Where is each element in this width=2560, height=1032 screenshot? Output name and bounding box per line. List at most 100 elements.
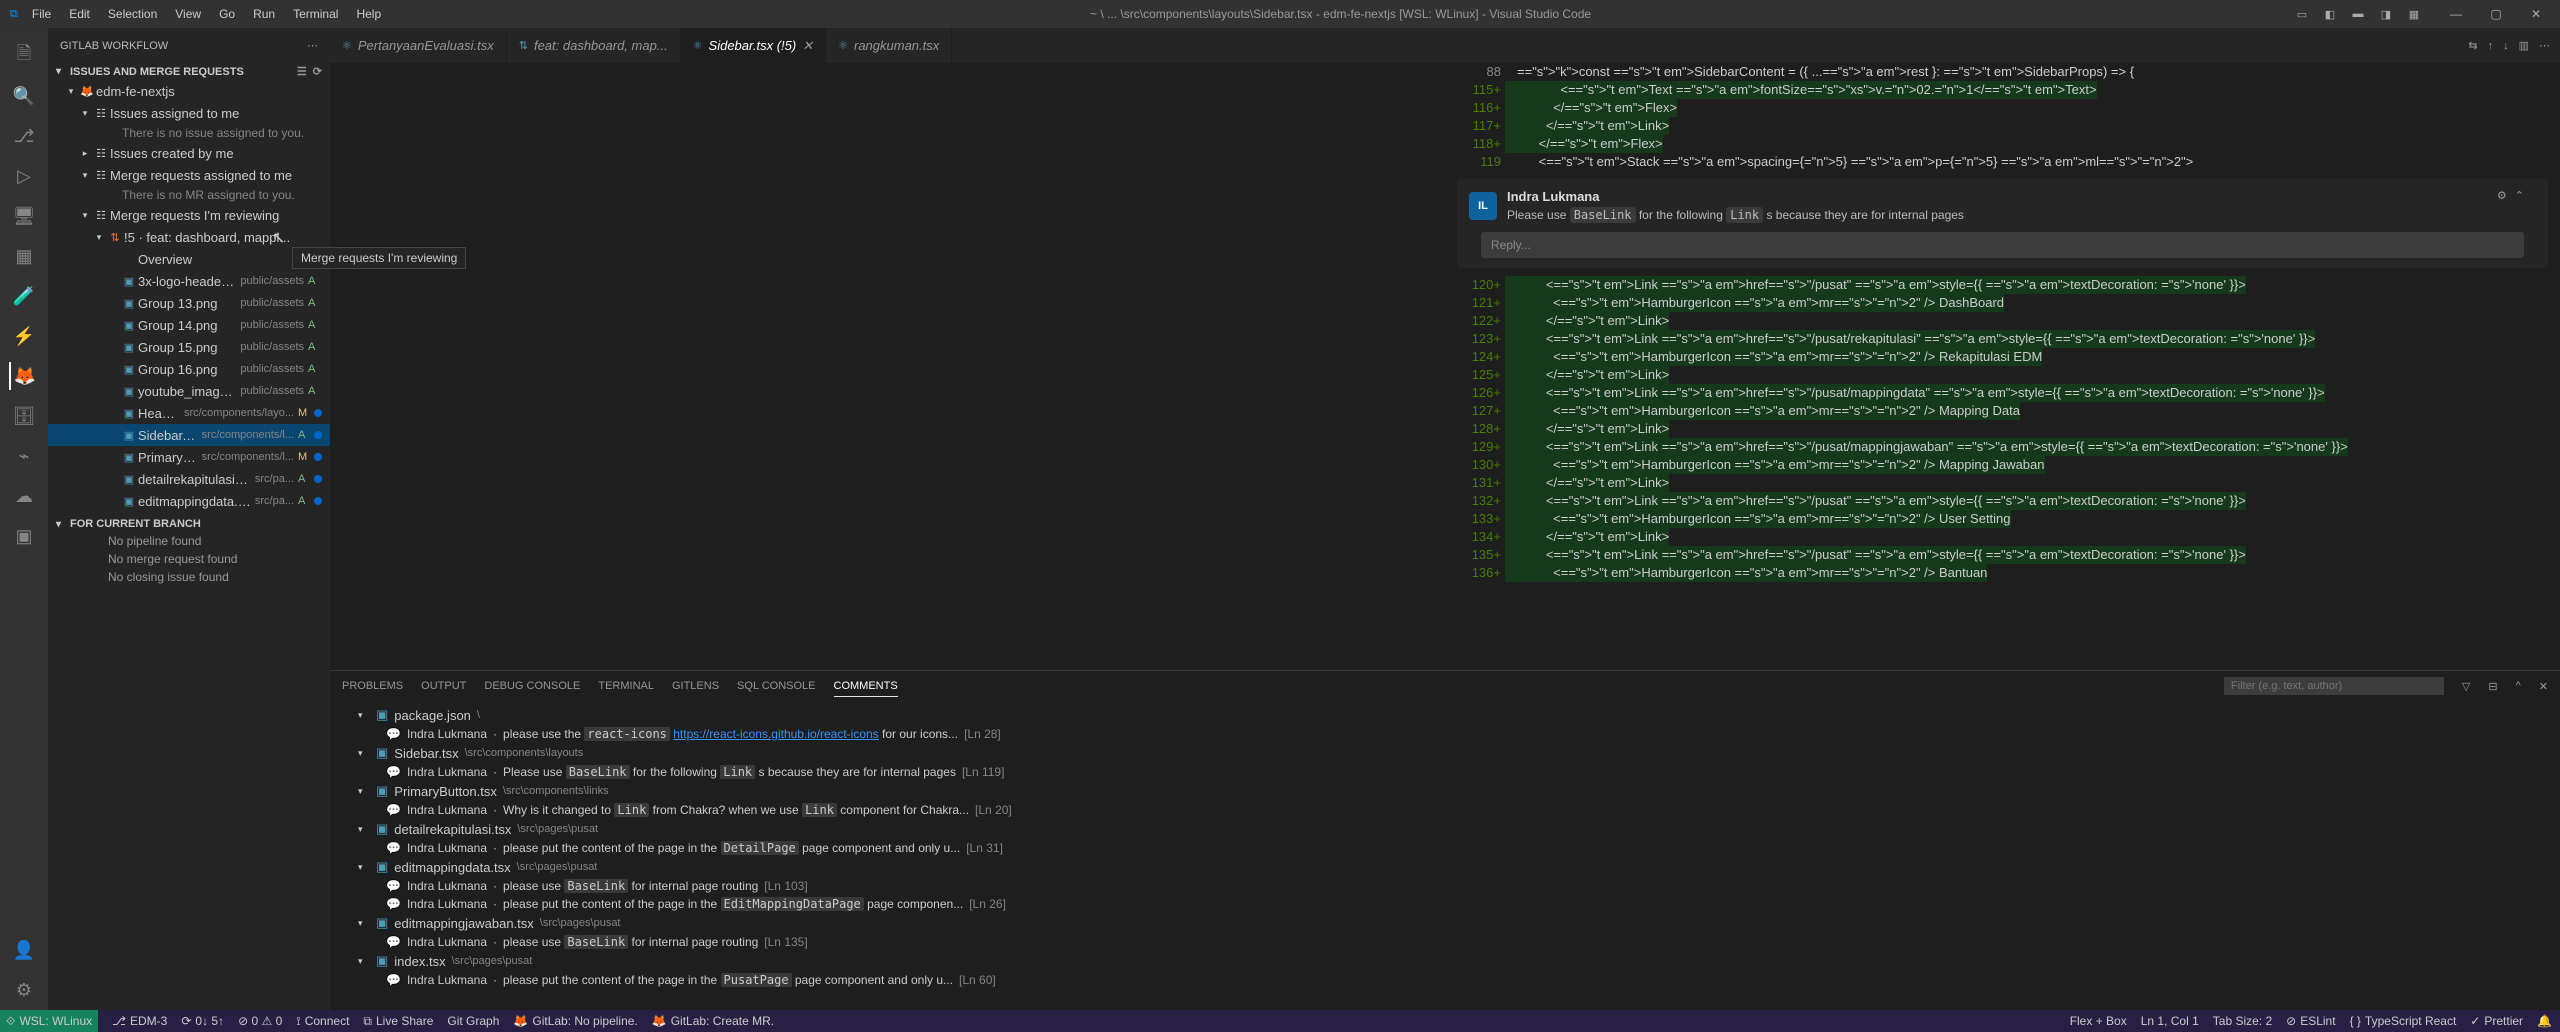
comments-filter-input[interactable] xyxy=(2224,677,2444,695)
layout-panel-bottom-icon[interactable]: ▬ xyxy=(2348,8,2368,21)
language-mode[interactable]: { } TypeScript React xyxy=(2350,1014,2457,1028)
layout-customize-icon[interactable]: ▦ xyxy=(2404,8,2424,21)
comment-line[interactable]: 💬Indra Lukmana·please put the content of… xyxy=(342,971,2548,989)
file-item[interactable]: ▣Sidebar.tsxsrc/components/l...A xyxy=(48,424,330,446)
comment-file[interactable]: ▾▣Sidebar.tsx\src\components\layouts xyxy=(342,743,2548,763)
settings-icon[interactable]: ⚙ xyxy=(2497,189,2507,202)
comment-line[interactable]: 💬Indra Lukmana·please put the content of… xyxy=(342,895,2548,913)
comment-line[interactable]: 💬Indra Lukmana·Why is it changed to Link… xyxy=(342,801,2548,819)
comment-file[interactable]: ▾▣editmappingdata.tsx\src\pages\pusat xyxy=(342,857,2548,877)
editor-left[interactable] xyxy=(330,63,1445,670)
file-item[interactable]: ▣editmappingdata.tsxsrc/pa...A xyxy=(48,490,330,512)
menu-terminal[interactable]: Terminal xyxy=(285,5,346,23)
editor-tab[interactable]: ⚛Sidebar.tsx (!5)✕ xyxy=(681,28,826,63)
gitlab-pipeline-indicator[interactable]: 🦊 GitLab: No pipeline. xyxy=(513,1014,637,1028)
comment-line[interactable]: 💬Indra Lukmana·please put the content of… xyxy=(342,839,2548,857)
problems-indicator[interactable]: ⊘ 0 ⚠ 0 xyxy=(238,1014,282,1028)
cursor-position[interactable]: Ln 1, Col 1 xyxy=(2141,1014,2199,1028)
maximize-button[interactable]: ▢ xyxy=(2476,7,2516,21)
menu-file[interactable]: File xyxy=(24,5,59,23)
menu-selection[interactable]: Selection xyxy=(100,5,165,23)
database-icon[interactable]: 🗄 xyxy=(10,402,38,430)
bolt-icon[interactable]: ⚡ xyxy=(10,322,38,350)
collapse-icon[interactable]: ⌃ xyxy=(2515,189,2524,202)
sync-indicator[interactable]: ⟳ 0↓ 5↑ xyxy=(181,1014,224,1028)
comment-file[interactable]: ▾▣PrimaryButton.tsx\src\components\links xyxy=(342,781,2548,801)
branch-indicator[interactable]: ⎇ EDM-3 xyxy=(112,1014,167,1028)
section-current-branch[interactable]: ▾FOR CURRENT BRANCH xyxy=(48,516,330,532)
diff-view-icon[interactable]: ⇆ xyxy=(2468,39,2477,52)
section-issues-mr[interactable]: ▾ISSUES AND MERGE REQUESTS ☰ ⟳ xyxy=(48,63,330,80)
file-item[interactable]: ▣Group 16.pngpublic/assetsA xyxy=(48,358,330,380)
editor-tab[interactable]: ⚛rangkuman.tsx xyxy=(826,28,952,63)
mr-item[interactable]: ▾⇅!5 · feat: dashboard, mappi... xyxy=(48,226,330,248)
layout-indicator[interactable]: Flex + Box xyxy=(2070,1014,2127,1028)
collapse-all-icon[interactable]: ⊟ xyxy=(2488,680,2497,693)
prettier-indicator[interactable]: ✓ Prettier xyxy=(2470,1014,2523,1028)
menu-edit[interactable]: Edit xyxy=(61,5,98,23)
layout-sidebar-left-icon[interactable]: ◧ xyxy=(2320,8,2340,21)
comment-file[interactable]: ▾▣detailrekapitulasi.tsx\src\pages\pusat xyxy=(342,819,2548,839)
search-icon[interactable]: 🔍 xyxy=(10,82,38,110)
refresh-icon[interactable]: ⟳ xyxy=(313,65,322,78)
menu-run[interactable]: Run xyxy=(245,5,283,23)
eslint-indicator[interactable]: ⊘ ESLint xyxy=(2286,1014,2335,1028)
maximize-panel-icon[interactable]: ^ xyxy=(2516,680,2521,692)
gitgraph-indicator[interactable]: Git Graph xyxy=(447,1014,499,1028)
editor-tab[interactable]: ⚛PertanyaanEvaluasi.tsx xyxy=(330,28,507,63)
close-window-button[interactable]: ✕ xyxy=(2516,7,2556,21)
panel-tab-sql-console[interactable]: SQL CONSOLE xyxy=(737,676,815,696)
overview-item[interactable]: Overview xyxy=(48,248,330,270)
terminal-icon[interactable]: ▣ xyxy=(10,522,38,550)
prev-change-icon[interactable]: ↑ xyxy=(2488,40,2494,52)
issues-assigned-node[interactable]: ▾☷Issues assigned to me xyxy=(48,102,330,124)
more-actions-icon[interactable]: ⋯ xyxy=(307,39,318,52)
file-item[interactable]: ▣youtube_image.pngpublic/assetsA xyxy=(48,380,330,402)
filter-icon[interactable]: ☰ xyxy=(297,65,307,78)
layout-panel-icon[interactable]: ▭ xyxy=(2292,8,2312,21)
debug-icon[interactable]: ▷ xyxy=(10,162,38,190)
comment-line[interactable]: 💬Indra Lukmana·please use BaseLink for i… xyxy=(342,933,2548,951)
file-item[interactable]: ▣Group 14.pngpublic/assetsA xyxy=(48,314,330,336)
next-change-icon[interactable]: ↓ xyxy=(2503,40,2509,52)
comment-line[interactable]: 💬Indra Lukmana·please use the react-icon… xyxy=(342,725,2548,743)
file-item[interactable]: ▣detailrekapitulasi.tsxsrc/pa...A xyxy=(48,468,330,490)
minimize-button[interactable]: ― xyxy=(2436,7,2476,21)
project-node[interactable]: ▾🦊edm-fe-nextjs xyxy=(48,80,330,102)
filter-funnel-icon[interactable]: ▽ xyxy=(2462,680,2470,693)
layout-sidebar-right-icon[interactable]: ◨ xyxy=(2376,8,2396,21)
comment-line[interactable]: 💬Indra Lukmana·please use BaseLink for i… xyxy=(342,877,2548,895)
file-item[interactable]: ▣PrimaryButton.tsxsrc/components/l...M xyxy=(48,446,330,468)
scm-icon[interactable]: ⎇ xyxy=(10,122,38,150)
connect-indicator[interactable]: ⟟ Connect xyxy=(296,1014,349,1029)
account-icon[interactable]: 👤 xyxy=(10,936,38,964)
gitlab-icon[interactable]: 🦊 xyxy=(9,362,37,390)
gitlab-createmr-indicator[interactable]: 🦊 GitLab: Create MR. xyxy=(652,1014,774,1028)
extensions-icon[interactable]: ▦ xyxy=(10,242,38,270)
more-tab-actions-icon[interactable]: ⋯ xyxy=(2539,39,2550,52)
settings-gear-icon[interactable]: ⚙ xyxy=(10,976,38,1004)
file-item[interactable]: ▣Header.tsxsrc/components/layo...M xyxy=(48,402,330,424)
panel-tab-comments[interactable]: COMMENTS xyxy=(834,676,898,697)
file-item[interactable]: ▣3x-logo-header.pngpublic/assetsA xyxy=(48,270,330,292)
remote-icon[interactable]: 🖥 xyxy=(10,202,38,230)
mr-reviewing-node[interactable]: ▾☷Merge requests I'm reviewing xyxy=(48,204,330,226)
close-tab-icon[interactable]: ✕ xyxy=(802,38,813,54)
file-item[interactable]: ▣Group 15.pngpublic/assetsA xyxy=(48,336,330,358)
issues-created-node[interactable]: ▸☷Issues created by me xyxy=(48,142,330,164)
remote-indicator[interactable]: ⟐ WSL: WLinux xyxy=(0,1010,98,1032)
menu-view[interactable]: View xyxy=(167,5,209,23)
notifications-icon[interactable]: 🔔 xyxy=(2537,1014,2552,1028)
comment-file[interactable]: ▾▣package.json\ xyxy=(342,705,2548,725)
menu-help[interactable]: Help xyxy=(348,5,389,23)
comment-file[interactable]: ▾▣index.tsx\src\pages\pusat xyxy=(342,951,2548,971)
panel-tab-terminal[interactable]: TERMINAL xyxy=(598,676,654,696)
editor-right[interactable]: 88=="s">"k">const =="s">"t em">SidebarCo… xyxy=(1445,63,2560,670)
close-panel-icon[interactable]: ✕ xyxy=(2539,680,2548,693)
liveshare-indicator[interactable]: ⧉ Live Share xyxy=(363,1014,433,1029)
split-editor-icon[interactable]: ▥ xyxy=(2519,39,2529,52)
panel-tab-gitlens[interactable]: GITLENS xyxy=(672,676,719,696)
file-item[interactable]: ▣Group 13.pngpublic/assetsA xyxy=(48,292,330,314)
panel-tab-debug-console[interactable]: DEBUG CONSOLE xyxy=(484,676,580,696)
mr-assigned-node[interactable]: ▾☷Merge requests assigned to me xyxy=(48,164,330,186)
